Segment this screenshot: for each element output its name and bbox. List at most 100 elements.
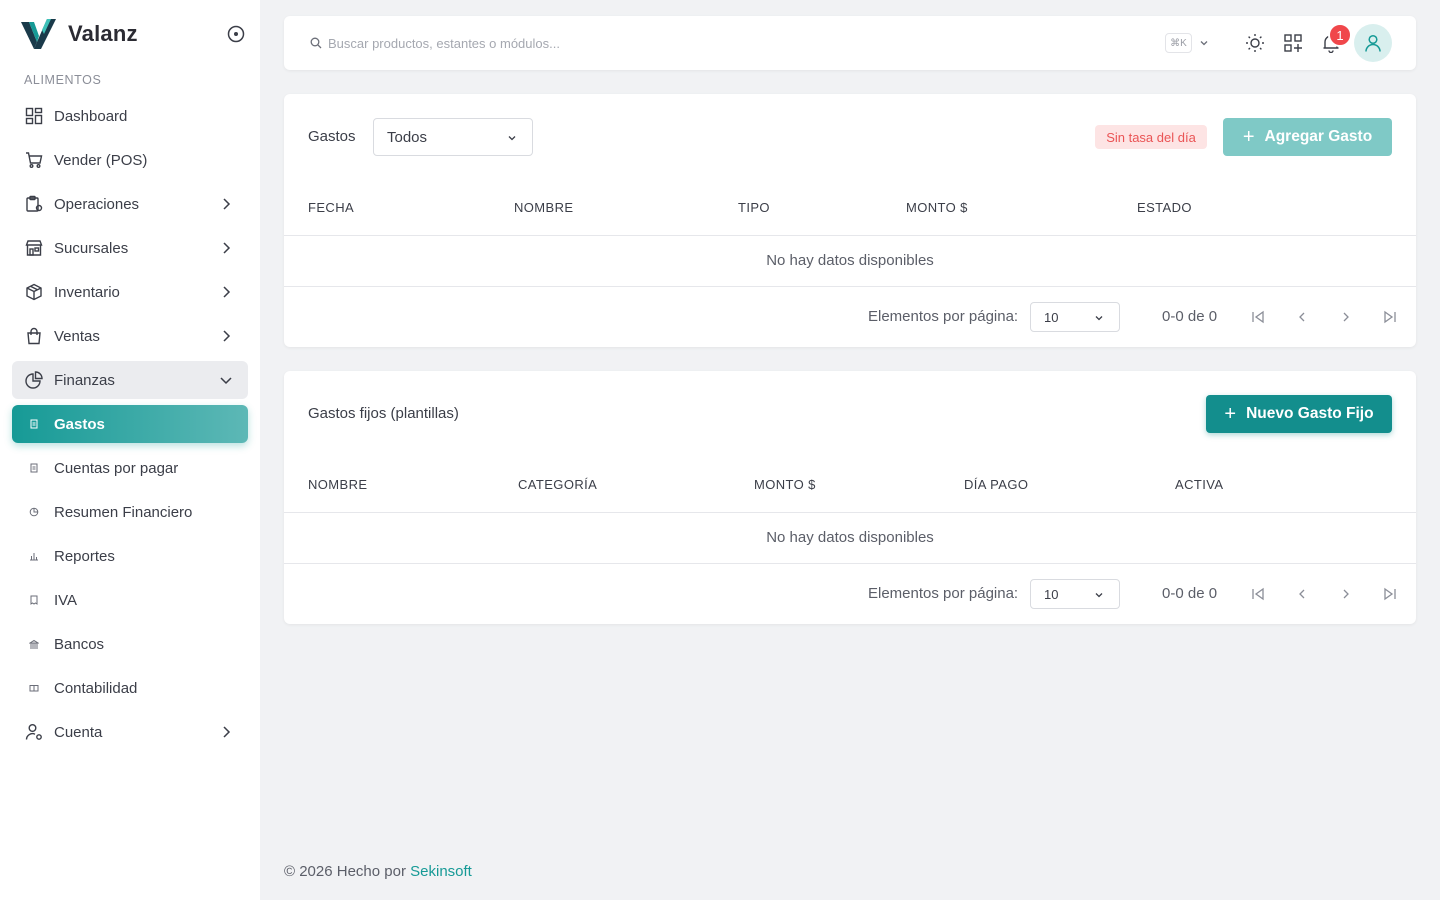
sidebar-item-label: Dashboard (54, 107, 128, 125)
sidebar-item-dashboard[interactable]: Dashboard (12, 97, 248, 135)
shopping-bag-icon (24, 326, 44, 346)
column-header[interactable]: MONTO $ (906, 200, 968, 215)
next-page-button[interactable] (1334, 305, 1358, 329)
sidebar-item-resumen-financiero[interactable]: Resumen Financiero (12, 493, 248, 531)
gastos-fijos-card: Gastos fijos (plantillas) + Nuevo Gasto … (284, 371, 1416, 624)
chevron-down-icon (1095, 593, 1103, 598)
column-header[interactable]: NOMBRE (308, 477, 367, 492)
prev-page-button[interactable] (1290, 305, 1314, 329)
last-page-icon (1384, 587, 1396, 601)
sidebar-item-label: IVA (54, 591, 78, 609)
chevron-right-icon (1343, 312, 1349, 322)
sidebar-item-iva[interactable]: IVA (12, 581, 248, 619)
column-header[interactable]: MONTO $ (754, 477, 816, 492)
sidebar-item-contabilidad[interactable]: Contabilidad (12, 669, 248, 707)
last-page-button[interactable] (1378, 305, 1402, 329)
footer: © 2026 Hecho por Sekinsoft (284, 863, 472, 880)
sidebar-item-gastos[interactable]: Gastos (12, 405, 248, 443)
sidebar-item-bancos[interactable]: Bancos (12, 625, 248, 663)
add-gasto-label: Agregar Gasto (1264, 128, 1373, 145)
pagination-range: 0-0 de 0 (1162, 585, 1218, 602)
sidebar-item-label: Gastos (54, 415, 105, 433)
sidebar-item-operaciones[interactable]: Operaciones (12, 185, 248, 223)
sidebar-item-sucursales[interactable]: Sucursales (12, 229, 248, 267)
per-page-label: Elementos por página: (868, 308, 1019, 325)
empty-state: No hay datos disponibles (766, 252, 934, 269)
per-page-select[interactable]: 10 (1030, 302, 1120, 332)
chevron-down-icon[interactable] (1198, 37, 1210, 49)
first-page-icon (1252, 310, 1264, 324)
sidebar-toggle-button[interactable] (226, 24, 246, 44)
column-header[interactable]: ESTADO (1137, 200, 1192, 215)
brand[interactable]: Valanz (20, 18, 138, 50)
last-page-button[interactable] (1378, 582, 1402, 606)
chevron-down-icon (220, 377, 232, 385)
search-icon (310, 37, 322, 49)
column-header[interactable]: NOMBRE (514, 200, 573, 215)
chevron-right-icon (1343, 589, 1349, 599)
footer-text: © 2026 Hecho por (284, 863, 406, 880)
column-header[interactable]: FECHA (308, 200, 354, 215)
package-icon (24, 282, 44, 302)
chevron-down-icon (1095, 316, 1103, 321)
new-gasto-fijo-button[interactable]: + Nuevo Gasto Fijo (1206, 395, 1392, 433)
first-page-button[interactable] (1246, 305, 1270, 329)
tax-receipt-icon (24, 590, 44, 610)
sidebar-item-label: Operaciones (54, 195, 140, 213)
add-gasto-button[interactable]: + Agregar Gasto (1223, 118, 1392, 156)
sidebar-item-finanzas[interactable]: Finanzas (12, 361, 248, 399)
column-header[interactable]: CATEGORÍA (518, 477, 597, 492)
sidebar-item-label: Bancos (54, 635, 105, 653)
gastos-filter-value: Todos (387, 128, 428, 146)
sidebar-item-cuentas-por-pagar[interactable]: Cuentas por pagar (12, 449, 248, 487)
sidebar-item-label: Cuenta (54, 723, 103, 741)
shortcut-hint: ⌘K (1165, 33, 1192, 53)
per-page-value: 10 (1044, 309, 1059, 325)
next-page-button[interactable] (1334, 582, 1358, 606)
dashboard-icon (24, 106, 44, 126)
avatar[interactable] (1354, 24, 1392, 62)
store-icon (24, 238, 44, 258)
sidebar-item-cuenta[interactable]: Cuenta (12, 713, 248, 751)
cart-icon (24, 150, 44, 170)
gastos-card: Gastos Todos Sin tasa del día + Agregar … (284, 94, 1416, 347)
prev-page-button[interactable] (1290, 582, 1314, 606)
top-bar: ⌘K 1 (284, 16, 1416, 70)
column-header[interactable]: ACTIVA (1175, 477, 1223, 492)
chevron-right-icon (223, 286, 231, 298)
brand-name: Valanz (68, 21, 138, 46)
chevron-left-icon (1299, 589, 1305, 599)
divider (284, 286, 1416, 287)
chevron-right-icon (223, 242, 231, 254)
divider (284, 235, 1416, 236)
sidebar-item-ventas[interactable]: Ventas (12, 317, 248, 355)
footer-link[interactable]: Sekinsoft (410, 863, 472, 880)
bar-chart-icon (24, 546, 44, 566)
user-icon (1365, 34, 1381, 52)
new-gasto-fijo-label: Nuevo Gasto Fijo (1246, 405, 1374, 422)
sidebar-item-label: Reportes (54, 547, 115, 565)
apps-grid-icon (1284, 34, 1302, 52)
search-input[interactable] (328, 33, 928, 53)
user-settings-icon (24, 722, 44, 742)
column-header[interactable]: TIPO (738, 200, 770, 215)
valanz-logo-icon (21, 19, 56, 49)
sidebar-item-label: Resumen Financiero (54, 503, 193, 521)
sidebar-item-reportes[interactable]: Reportes (12, 537, 248, 575)
sidebar-item-label: Finanzas (54, 371, 115, 389)
divider (284, 563, 1416, 564)
first-page-button[interactable] (1246, 582, 1270, 606)
gastos-filter-select[interactable]: Todos (373, 118, 533, 156)
divider (284, 512, 1416, 513)
clipboard-settings-icon (24, 194, 44, 214)
sidebar-item-label: Cuentas por pagar (54, 459, 179, 477)
chevron-down-icon (508, 136, 516, 141)
exchange-rate-warning-badge: Sin tasa del día (1095, 125, 1207, 149)
sidebar-item-inventario[interactable]: Inventario (12, 273, 248, 311)
theme-toggle-button[interactable] (1243, 31, 1267, 55)
sidebar-item-vender[interactable]: Vender (POS) (12, 141, 248, 179)
column-header[interactable]: DÍA PAGO (964, 477, 1028, 492)
apps-button[interactable] (1281, 31, 1305, 55)
per-page-select[interactable]: 10 (1030, 579, 1120, 609)
sidebar-item-label: Inventario (54, 283, 120, 301)
